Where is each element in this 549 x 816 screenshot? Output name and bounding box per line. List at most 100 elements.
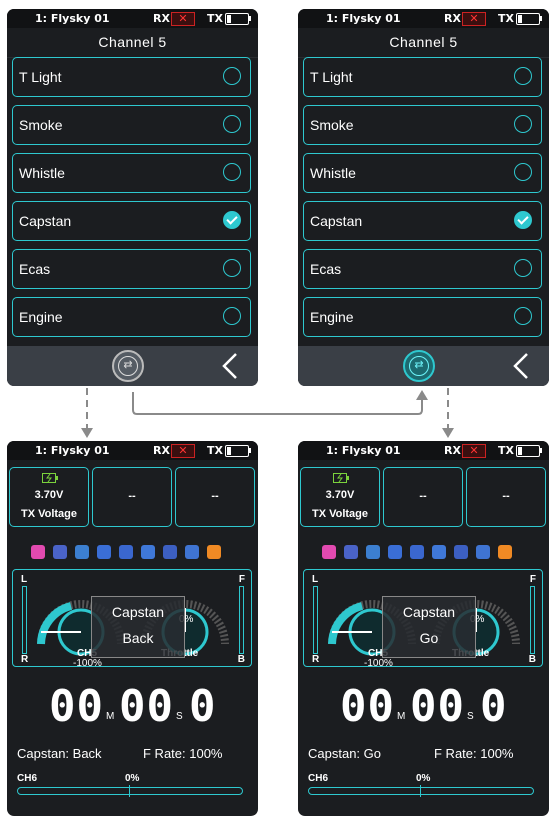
tx-voltage-box[interactable]: 3.70V TX Voltage [9,467,89,527]
aux-icon[interactable] [53,545,67,559]
option-t-light[interactable]: T Light [12,57,251,97]
timer-minutes[interactable]: 00 [49,681,104,732]
left-scale [313,586,318,654]
tx-voltage-box[interactable]: 3.70V TX Voltage [300,467,380,527]
option-smoke[interactable]: Smoke [12,105,251,145]
back-icon[interactable] [509,352,535,380]
grid-icon[interactable] [454,545,468,559]
timer-tenths[interactable]: 0 [189,681,217,732]
timer-minutes[interactable]: 00 [340,681,395,732]
timer-tenths[interactable]: 0 [480,681,508,732]
sound-icon[interactable] [498,545,512,559]
scale-left-top: L [312,574,319,585]
option-label: Ecas [19,261,51,277]
radio-icon[interactable] [223,259,241,277]
option-capstan[interactable]: Capstan [303,201,542,241]
timer-seconds[interactable]: 00 [410,681,465,732]
back-icon[interactable] [218,352,244,380]
radio-icon[interactable] [514,163,532,181]
rx-disconnected-icon: ✕ [171,12,195,26]
sensor-box-2[interactable]: -- [383,467,463,527]
screen-channel-select-left: 1: Flysky 01 RX ✕ TX Channel 5 T Light S… [7,9,258,386]
swap-button-active[interactable]: ⇄ [403,350,435,382]
rx-label: RX [153,12,170,25]
radio-icon[interactable] [514,67,532,85]
left-dial-value: -100% [364,658,393,669]
option-engine[interactable]: Engine [12,297,251,337]
function-status: Capstan: Back [17,746,102,761]
status-bar: 1: Flysky 01 RX ✕ TX [298,9,549,28]
page-title: Channel 5 [298,28,549,58]
function-status: Capstan: Go [308,746,381,761]
timer-m-unit: M [397,711,406,722]
sensor-box-3[interactable]: -- [466,467,546,527]
radio-icon[interactable] [223,163,241,181]
sensor-box-2[interactable]: -- [92,467,172,527]
radio-icon[interactable] [514,259,532,277]
battery-icon [225,13,249,25]
ch-bar-value: 0% [125,773,140,784]
radio-checked-icon[interactable] [223,211,241,229]
option-ecas[interactable]: Ecas [303,249,542,289]
vehicle-icon[interactable] [410,545,424,559]
model-name: 1: Flysky 01 [326,444,401,457]
vehicle-icon[interactable] [119,545,133,559]
battery-icon [516,445,540,457]
popup-title: Capstan [402,604,456,620]
scale-right-bottom: B [237,654,245,665]
channel-bar-center [129,785,130,797]
option-engine[interactable]: Engine [303,297,542,337]
option-label: T Light [310,69,353,85]
ch-bar-label: CH6 [308,773,329,784]
tx-label: TX [207,12,223,25]
rx-disconnected-icon: ✕ [462,444,486,458]
timer-seconds[interactable]: 00 [119,681,174,732]
screen-home-right: 1: Flysky 01 RX ✕ TX 3.70V TX Voltage --… [298,441,549,816]
option-whistle[interactable]: Whistle [12,153,251,193]
option-capstan[interactable]: Capstan [12,201,251,241]
grid-icon[interactable] [163,545,177,559]
rx-label: RX [153,444,170,457]
clock-icon[interactable] [432,545,446,559]
model-icon[interactable] [31,545,45,559]
compass-icon[interactable] [388,545,402,559]
option-label: Ecas [310,261,342,277]
sound-icon[interactable] [207,545,221,559]
option-smoke[interactable]: Smoke [303,105,542,145]
option-ecas[interactable]: Ecas [12,249,251,289]
tx-label: TX [207,444,223,457]
timer-icon[interactable] [185,545,199,559]
timer-s-unit: S [467,711,474,722]
status-bar: 1: Flysky 01 RX ✕ TX [7,441,258,460]
swap-button[interactable]: ⇄ [112,350,144,382]
f-rate: F Rate: 100% [143,746,223,761]
clock-icon[interactable] [141,545,155,559]
radio-icon[interactable] [223,307,241,325]
sensor-box-3[interactable]: -- [175,467,255,527]
option-whistle[interactable]: Whistle [303,153,542,193]
rx-disconnected-icon: ✕ [171,444,195,458]
radio-icon[interactable] [514,307,532,325]
option-label: Smoke [19,117,63,133]
timer-s-unit: S [176,711,183,722]
timer-icon[interactable] [476,545,490,559]
sensor-icon[interactable] [75,545,89,559]
compass-icon[interactable] [97,545,111,559]
aux-icon[interactable] [344,545,358,559]
model-icon[interactable] [322,545,336,559]
radio-checked-icon[interactable] [514,211,532,229]
battery-charging-icon [333,473,349,483]
swap-icon: ⇄ [409,356,429,376]
radio-icon[interactable] [223,115,241,133]
sensor-icon[interactable] [366,545,380,559]
model-name: 1: Flysky 01 [35,444,110,457]
function-popup: Capstan Back [91,596,185,658]
option-label: Engine [19,309,63,325]
model-name: 1: Flysky 01 [35,12,110,25]
radio-icon[interactable] [223,67,241,85]
battery-icon [516,13,540,25]
channel-bar [17,787,243,795]
option-t-light[interactable]: T Light [303,57,542,97]
radio-icon[interactable] [514,115,532,133]
gauge-panel: L R F B -100% CH5 0% Throttle Capstan Go [303,569,543,669]
